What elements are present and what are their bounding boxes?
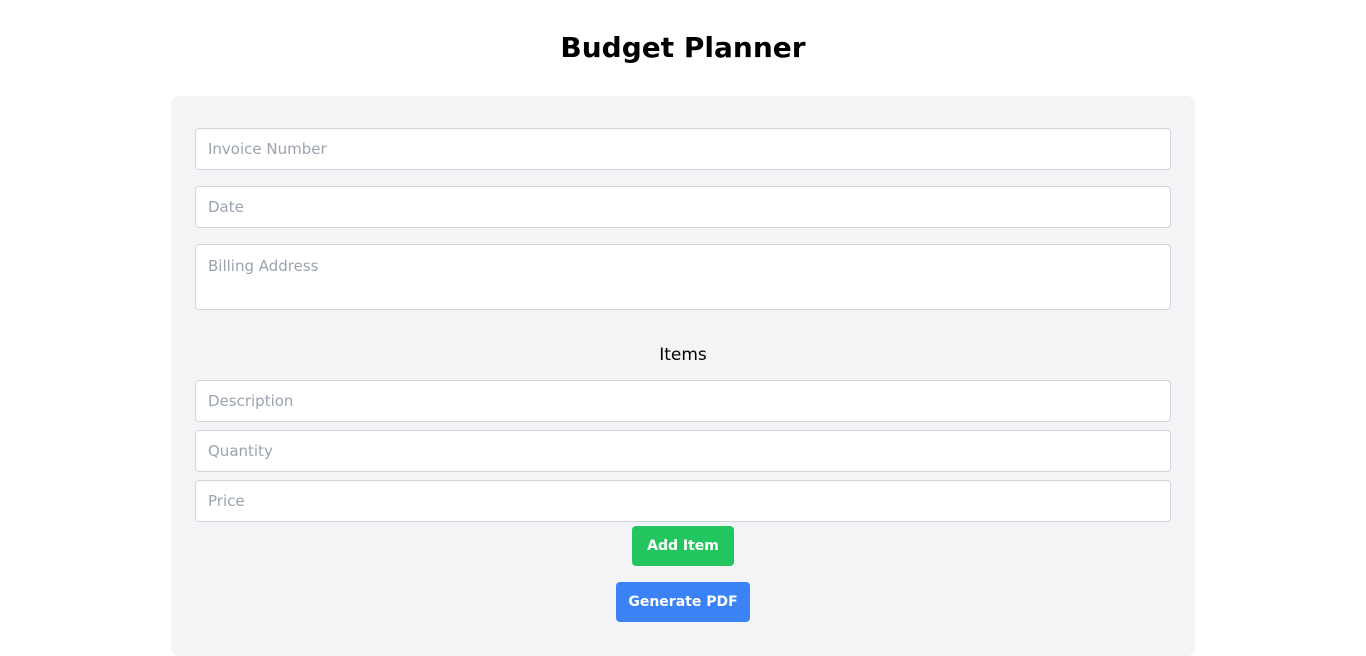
invoice-form-panel: Items Add Item Generate PDF	[171, 96, 1195, 656]
add-item-button[interactable]: Add Item	[632, 526, 734, 566]
billing-address-textarea[interactable]	[195, 244, 1171, 310]
items-section-title: Items	[659, 345, 707, 365]
date-input[interactable]	[195, 186, 1171, 228]
item-price-input[interactable]	[195, 480, 1171, 522]
invoice-number-input[interactable]	[195, 128, 1171, 170]
item-quantity-input[interactable]	[195, 430, 1171, 472]
item-description-input[interactable]	[195, 380, 1171, 422]
generate-pdf-button[interactable]: Generate PDF	[616, 582, 750, 622]
page-title: Budget Planner	[560, 31, 806, 64]
